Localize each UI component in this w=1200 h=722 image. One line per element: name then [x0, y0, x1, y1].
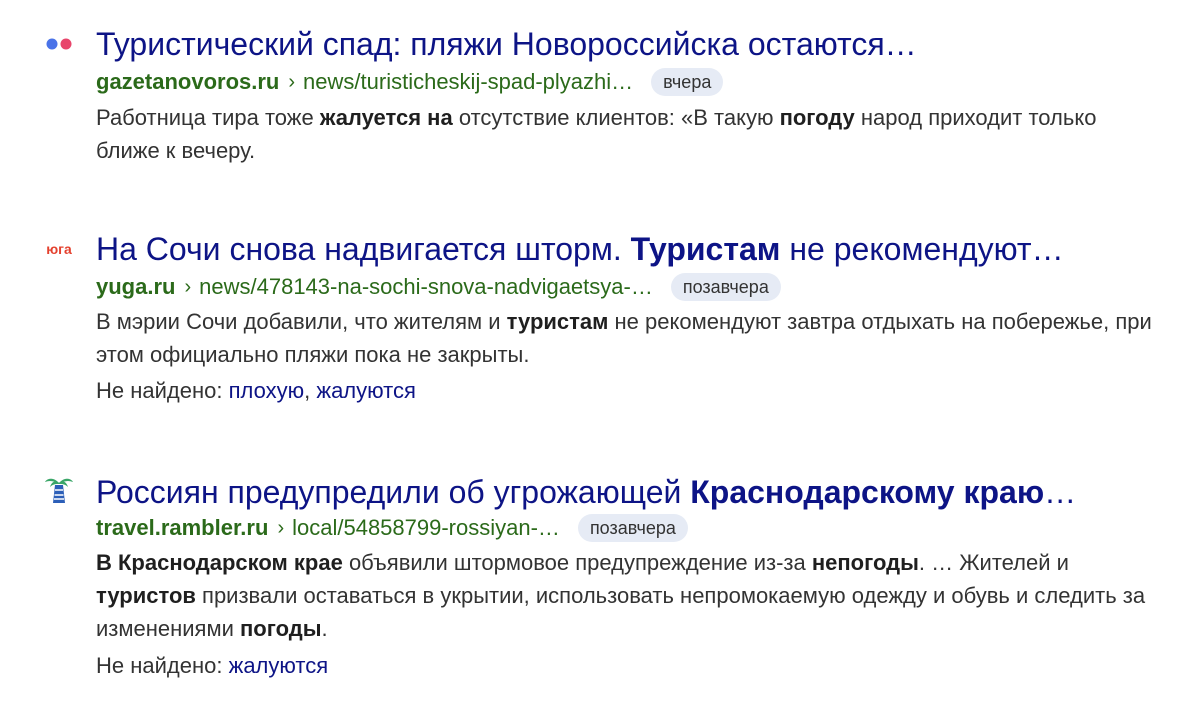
- snippet-highlight: погоду: [779, 105, 855, 130]
- result-title-text: …: [1044, 474, 1077, 510]
- missing-word-link[interactable]: жалуются: [316, 378, 416, 403]
- result-title-highlight: Краснодарскому краю: [690, 474, 1045, 510]
- result-path-link[interactable]: news/478143-na-sochi-snova-nadvigaetsya-…: [199, 274, 653, 300]
- result-title-text: На Сочи снова надвигается шторм.: [96, 231, 631, 267]
- snippet-highlight: туристам: [506, 309, 609, 334]
- date-badge: позавчера: [577, 514, 688, 542]
- yuga-logo-icon: юга: [42, 232, 76, 266]
- result-title-text: Туристический спад: пляжи Новороссийска …: [96, 26, 917, 62]
- result-title-highlight: Туристам: [630, 231, 781, 267]
- snippet-text: отсутствие клиентов: «В такую: [452, 105, 780, 130]
- result-title[interactable]: На Сочи снова надвигается шторм. Туриста…: [96, 229, 1064, 269]
- missing-word-link[interactable]: жалуются: [229, 653, 329, 678]
- snippet-text: . … Жите­лей и: [918, 550, 1069, 575]
- breadcrumb-separator: ›: [184, 275, 192, 298]
- snippet-highlight: В Краснодарском крае: [96, 550, 343, 575]
- result-path-link[interactable]: news/turisticheskij-spad-plyazhi…: [303, 69, 633, 95]
- missing-label: Не найдено:: [96, 378, 223, 403]
- result-title[interactable]: Россиян предупредили об угрожающей Красн…: [96, 472, 1076, 512]
- snippet-text: Работница тира тоже: [96, 105, 320, 130]
- missing-label: Не найдено:: [96, 653, 223, 678]
- palm-tree-icon: [42, 473, 76, 507]
- result-title[interactable]: Туристический спад: пляжи Новороссийска …: [96, 24, 917, 64]
- missing-words: Не найдено: плохую, жалуются: [96, 375, 416, 407]
- missing-word-link[interactable]: плохую: [229, 378, 305, 403]
- result-title-text: не рекомендуют…: [780, 231, 1064, 267]
- result-domain-link[interactable]: travel.rambler.ru: [96, 515, 268, 541]
- result-path-link[interactable]: local/54858799-rossiyan-…: [292, 515, 560, 541]
- two-dots-icon: [42, 27, 76, 61]
- result-domain-link[interactable]: yuga.ru: [96, 274, 175, 300]
- result-snippet: В мэрии Сочи добавили, что жителям и тур…: [96, 305, 1156, 371]
- result-snippet: Работница тира тоже жалуется на отсутств…: [96, 101, 1156, 167]
- breadcrumb-separator: ›: [277, 516, 285, 539]
- missing-separator: ,: [304, 378, 311, 403]
- yuga-logo-text: юга: [46, 241, 72, 257]
- result-title-text: Россиян предупредили об угрожающей: [96, 474, 691, 510]
- snippet-text: В мэрии Сочи добавили, что жителям и: [96, 309, 507, 334]
- result-snippet: В Краснодарском крае объявили штормовое …: [96, 546, 1156, 645]
- result-domain-link[interactable]: gazetanovoros.ru: [96, 69, 279, 95]
- date-badge: позавчера: [670, 273, 781, 301]
- snippet-text: .: [321, 616, 328, 641]
- snippet-highlight: непогоды: [811, 550, 919, 575]
- date-badge: вчера: [651, 68, 724, 96]
- result-url-line: yuga.ru › news/478143-na-sochi-snova-nad…: [96, 271, 781, 303]
- snippet-highlight: погоды: [240, 616, 322, 641]
- result-url-line: gazetanovoros.ru › news/turisticheskij-s…: [96, 66, 724, 98]
- missing-words: Не найдено: жалуются: [96, 650, 328, 682]
- result-url-line: travel.rambler.ru › local/54858799-rossi…: [96, 512, 688, 544]
- snippet-highlight: туристов: [96, 583, 196, 608]
- snippet-highlight: жалуется на: [319, 105, 453, 130]
- snippet-text: объявили штормовое предупреждение из-за: [342, 550, 812, 575]
- breadcrumb-separator: ›: [288, 70, 296, 93]
